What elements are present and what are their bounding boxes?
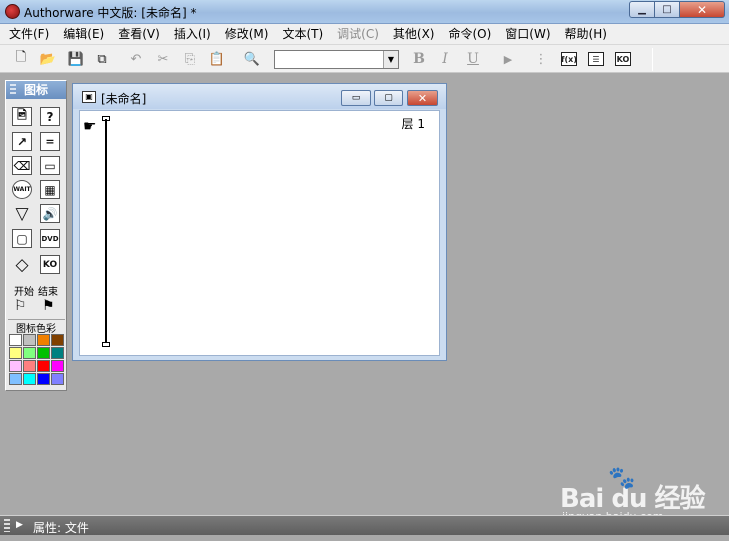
color-swatch[interactable] — [23, 373, 36, 385]
palette-title[interactable]: 图标 — [6, 81, 66, 99]
italic-button[interactable]: I — [436, 50, 454, 68]
expand-arrow-icon[interactable]: ▶ — [16, 520, 23, 530]
copy-icon[interactable]: ⎘ — [181, 50, 199, 68]
menu-bar: 文件(F) 编辑(E) 查看(V) 插入(I) 修改(M) 文本(T) 调试(C… — [0, 24, 729, 45]
flowline-window-titlebar[interactable]: ▣ [未命名] ▭ ▢ ✕ — [73, 84, 446, 109]
save-all-icon[interactable]: 💾 — [67, 50, 85, 68]
knowledge-objects-button[interactable]: KO — [615, 52, 631, 66]
sound-icon[interactable]: 🔊 — [40, 204, 60, 223]
doc-minimize-button[interactable]: ▭ — [341, 90, 371, 106]
run-icon[interactable]: ▶ — [499, 50, 517, 68]
framework-icon[interactable]: ▦ — [40, 180, 60, 199]
flowline-end-cap — [102, 342, 110, 347]
wait-icon[interactable]: WAIT — [12, 180, 32, 199]
properties-panel-bar[interactable]: ▶ 属性: 文件 — [0, 515, 729, 535]
color-swatch[interactable] — [37, 373, 50, 385]
navigate-icon[interactable]: ▭ — [40, 156, 60, 175]
close-button[interactable]: ✕ — [680, 1, 725, 18]
end-flag-icon[interactable]: ⚑ — [42, 298, 55, 314]
map-icon[interactable]: ▢ — [12, 229, 32, 248]
authorware-logo-icon — [5, 4, 20, 19]
menu-other[interactable]: 其他(X) — [386, 24, 442, 44]
end-flag-label: 结束 — [38, 287, 58, 298]
icon-palette: 图标 🖻 ? ↗ = ⌫ ▭ WAIT ▦ ▽ 🔊 ▢ DVD ◇ KO 开始 … — [5, 80, 67, 391]
digital-movie-icon[interactable]: DVD — [40, 229, 60, 248]
icon-colors-panel: 图标色彩 — [8, 319, 65, 388]
title-bar[interactable]: Authorware 中文版: [未命名] * ▁ □ ✕ — [0, 0, 729, 24]
menu-edit[interactable]: 编辑(E) — [56, 24, 111, 44]
palette-title-label: 图标 — [24, 83, 49, 97]
interaction-icon[interactable]: ? — [40, 107, 60, 126]
flag-labels: 开始 结束 — [6, 283, 66, 298]
color-swatch[interactable] — [9, 334, 22, 346]
icon-colors-label: 图标色彩 — [16, 324, 56, 335]
start-flag-label: 开始 — [14, 287, 34, 298]
doc-maximize-button[interactable]: ▢ — [374, 90, 403, 106]
color-swatch[interactable] — [51, 360, 64, 372]
menu-insert[interactable]: 插入(I) — [167, 24, 218, 44]
erase-icon[interactable]: ⌫ — [12, 156, 32, 175]
window-controls: ▁ □ ✕ — [629, 1, 725, 18]
diamond-icon[interactable]: ◇ — [12, 255, 32, 275]
start-flag-icon[interactable]: ⚐ — [14, 298, 27, 314]
menu-help[interactable]: 帮助(H) — [558, 24, 614, 44]
paw-icon: 🐾 — [608, 466, 636, 491]
bold-button[interactable]: B — [410, 50, 428, 68]
color-swatch[interactable] — [51, 334, 64, 346]
document-icon: ▣ — [82, 91, 96, 103]
paste-icon[interactable]: 📋 — [208, 50, 226, 68]
menu-text[interactable]: 文本(T) — [275, 24, 330, 44]
color-swatch[interactable] — [9, 360, 22, 372]
color-swatch[interactable] — [51, 347, 64, 359]
motion-icon[interactable]: ↗ — [12, 132, 32, 151]
color-swatch[interactable] — [23, 334, 36, 346]
font-select[interactable]: ▼ — [274, 50, 399, 69]
new-file-icon[interactable]: 🗋 — [12, 50, 30, 68]
trace-icon[interactable]: ⋮ — [532, 50, 550, 68]
underline-button[interactable]: U — [464, 50, 482, 68]
decision-icon[interactable]: ▽ — [12, 204, 32, 224]
color-swatch[interactable] — [37, 347, 50, 359]
variables-button[interactable]: ☰ — [588, 52, 604, 66]
knowledge-object-icon[interactable]: KO — [40, 255, 60, 274]
grip-icon[interactable] — [4, 519, 10, 532]
open-file-icon[interactable]: 📂 — [39, 50, 57, 68]
chevron-down-icon[interactable]: ▼ — [383, 51, 398, 68]
grip-icon[interactable] — [10, 84, 16, 96]
flowline-window-title: [未命名] — [101, 92, 147, 106]
flag-row: ⚐ ⚑ — [6, 298, 66, 317]
flowline[interactable] — [105, 119, 107, 345]
properties-label: 属性: 文件 — [33, 521, 89, 535]
color-swatch[interactable] — [9, 347, 22, 359]
color-swatch[interactable] — [23, 360, 36, 372]
color-swatch[interactable] — [51, 373, 64, 385]
display-icon[interactable]: 🖻 — [12, 107, 32, 126]
flowline-window: ▣ [未命名] ▭ ▢ ✕ ☛ 层 1 — [72, 83, 447, 361]
color-swatch[interactable] — [37, 334, 50, 346]
undo-icon[interactable]: ↶ — [127, 50, 145, 68]
flowline-canvas[interactable]: ☛ 层 1 — [79, 110, 440, 356]
calculation-icon[interactable]: = — [40, 132, 60, 151]
color-swatch[interactable] — [37, 360, 50, 372]
functions-button[interactable]: f(x) — [561, 52, 577, 66]
find-icon[interactable]: 🔍 — [243, 50, 261, 68]
paste-hand-icon: ☛ — [83, 117, 97, 135]
color-swatch[interactable] — [23, 347, 36, 359]
menu-modify[interactable]: 修改(M) — [218, 24, 276, 44]
minimize-button[interactable]: ▁ — [629, 1, 655, 18]
menu-view[interactable]: 查看(V) — [111, 24, 167, 44]
maximize-button[interactable]: □ — [655, 1, 680, 18]
cut-icon[interactable]: ✂ — [154, 50, 172, 68]
layer-label: 层 1 — [401, 117, 425, 131]
color-swatch[interactable] — [9, 373, 22, 385]
menu-window[interactable]: 窗口(W) — [498, 24, 557, 44]
doc-close-button[interactable]: ✕ — [407, 90, 438, 106]
menu-commands[interactable]: 命令(O) — [441, 24, 498, 44]
menu-file[interactable]: 文件(F) — [2, 24, 56, 44]
import-icon[interactable]: ⧉ — [93, 50, 111, 68]
menu-debug[interactable]: 调试(C) — [330, 24, 386, 44]
window-title: Authorware 中文版: [未命名] * — [24, 6, 197, 20]
toolbar: 🗋 📂 💾 ⧉ ↶ ✂ ⎘ 📋 🔍 ▼ B I U ▶ ⋮ f(x) ☰ KO — [0, 45, 729, 73]
toolbar-separator — [652, 48, 653, 71]
